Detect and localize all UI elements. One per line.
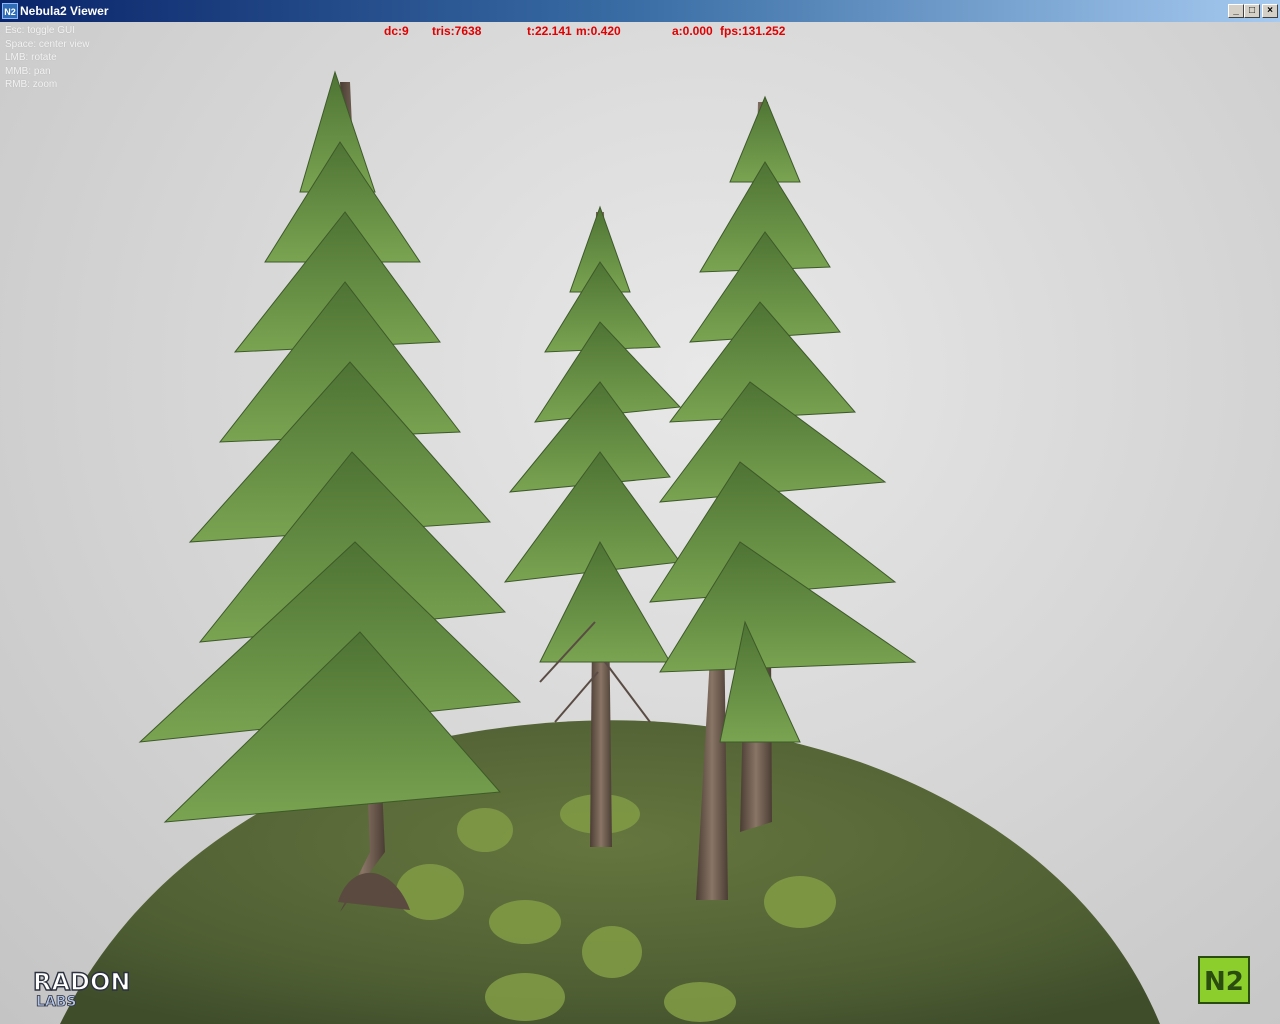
help-line-center-view: Space: center view bbox=[5, 38, 90, 50]
help-line-zoom: RMB: zoom bbox=[5, 79, 58, 90]
maximize-icon: □ bbox=[1248, 5, 1256, 16]
help-line-rotate: LMB: rotate bbox=[5, 52, 57, 63]
3d-viewport[interactable]: Esc: toggle GUI Space: center view LMB: … bbox=[0, 22, 1280, 1024]
viewer-window: N2 Nebula2 Viewer _ □ × Esc: toggle GUI … bbox=[0, 0, 1280, 1024]
svg-text:N2: N2 bbox=[1204, 967, 1244, 997]
minimize-icon: _ bbox=[1233, 5, 1239, 16]
help-overlay: Esc: toggle GUI Space: center view LMB: … bbox=[5, 24, 90, 92]
help-line-toggle-gui: Esc: toggle GUI bbox=[5, 25, 76, 36]
help-line-pan: MMB: pan bbox=[5, 65, 51, 77]
nebula2-logo: N2 bbox=[1198, 956, 1250, 1004]
stat-time: t:22.141 bbox=[527, 24, 572, 38]
stat-draw-calls: dc:9 bbox=[384, 24, 409, 38]
tree-left bbox=[138, 70, 522, 912]
close-button[interactable]: × bbox=[1262, 4, 1278, 18]
svg-text:LABS: LABS bbox=[36, 994, 77, 1010]
stat-m: m:0.420 bbox=[576, 24, 621, 38]
svg-text:RADON: RADON bbox=[33, 968, 130, 996]
close-icon: × bbox=[1267, 5, 1273, 16]
scene-render bbox=[60, 70, 1160, 1024]
stat-a: a:0.000 bbox=[672, 24, 713, 38]
radon-labs-logo: RADON LABS bbox=[32, 967, 130, 1010]
stat-fps: fps:131.252 bbox=[720, 24, 786, 38]
title-bar[interactable]: N2 Nebula2 Viewer _ □ × bbox=[0, 0, 1280, 22]
nebula-app-icon[interactable]: N2 bbox=[2, 3, 18, 19]
stat-triangles: tris:7638 bbox=[432, 24, 482, 38]
window-title: Nebula2 Viewer bbox=[20, 4, 109, 18]
maximize-button[interactable]: □ bbox=[1244, 4, 1260, 18]
minimize-button[interactable]: _ bbox=[1228, 4, 1244, 18]
